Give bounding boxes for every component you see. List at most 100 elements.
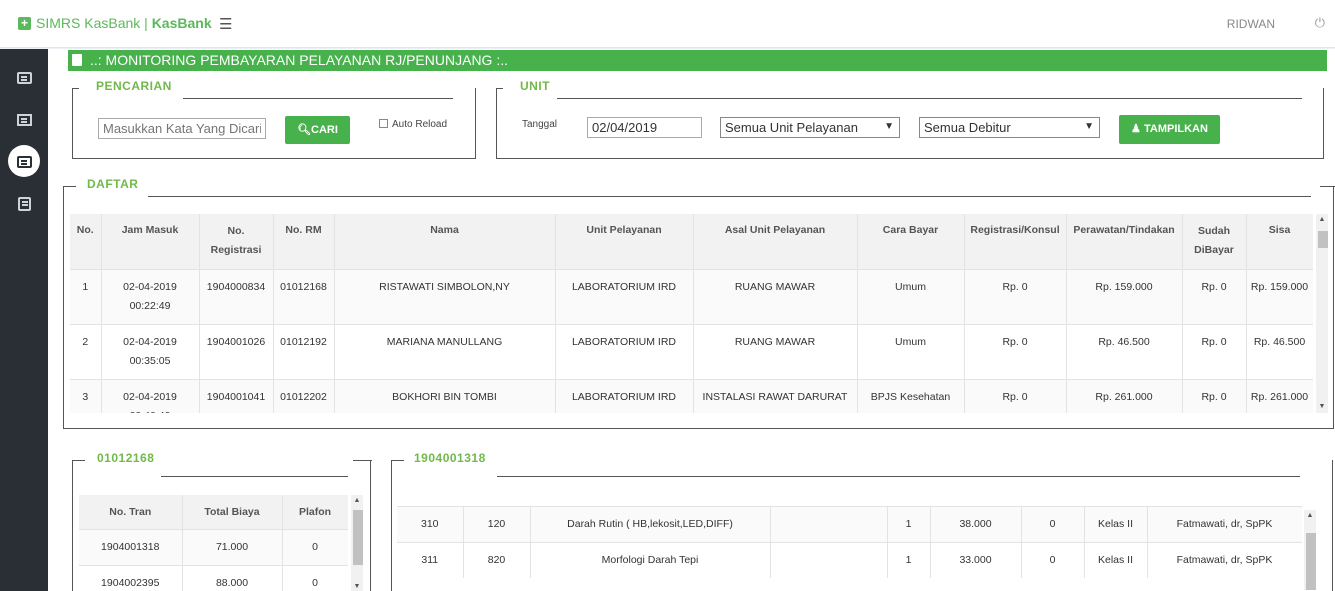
table-cell: Kelas II	[1084, 541, 1148, 578]
col-header: Sisa	[1246, 214, 1313, 269]
table-cell: Rp. 0	[964, 323, 1067, 379]
scroll-up-icon[interactable]: ▲	[1304, 510, 1316, 522]
table-cell: 02-04-2019 00:35:05	[101, 323, 200, 379]
table-cell: 1904000834	[199, 268, 274, 324]
table-row[interactable]: 1904002395 88.000 0	[79, 564, 348, 591]
daftar-table: No. Jam Masuk No. Registrasi No. RM Nama…	[70, 214, 1313, 413]
table-cell: LABORATORIUM IRD	[555, 378, 694, 413]
col-header: No. Registrasi	[199, 214, 274, 269]
table-cell: RUANG MAWAR	[693, 268, 858, 324]
patient-scrollbar[interactable]: ▲ ▼	[351, 495, 363, 591]
table-cell: Rp. 0	[964, 378, 1067, 413]
table-cell: 02-04-2019 00:40:40	[101, 378, 200, 413]
dropdown-arrow-icon: ▼	[884, 121, 894, 132]
col-header: Registrasi/Konsul	[964, 214, 1067, 269]
table-cell: 1904001041	[199, 378, 274, 413]
table-cell: Rp. 0	[1182, 323, 1247, 379]
transaction-table-wrapper: 310 120 Darah Rutin ( HB,lekosit,LED,DIFF)…	[397, 496, 1302, 588]
col-header: Jam Masuk	[101, 214, 200, 269]
search-input[interactable]	[98, 118, 266, 139]
debitur-select[interactable]: Semua Debitur ▼	[919, 117, 1100, 138]
user-name[interactable]: RIDWAN	[1227, 17, 1275, 31]
scroll-thumb[interactable]	[1318, 231, 1328, 248]
table-cell: Fatmawati, dr, SpPK	[1147, 541, 1302, 578]
table-cell: 1	[887, 505, 931, 542]
tanggal-label: Tanggal	[522, 119, 558, 130]
table-cell: Rp. 0	[964, 268, 1067, 324]
table-cell: Rp. 46.500	[1066, 323, 1183, 379]
transaction-scrollbar[interactable]: ▲	[1304, 510, 1316, 590]
power-icon[interactable]: ⏻	[1315, 15, 1325, 31]
auto-reload-checkbox[interactable]	[379, 119, 388, 128]
page-title-bar: ..: MONITORING PEMBAYARAN PELAYANAN RJ/P…	[68, 50, 1327, 71]
table-cell: Morfologi Darah Tepi	[530, 541, 771, 578]
daftar-scrollbar[interactable]: ▲ ▼	[1316, 214, 1328, 413]
patient-table-wrapper: No. Tran Total Biaya Plafon 1904001318 71…	[79, 495, 348, 591]
table-cell: 33.000	[930, 541, 1022, 578]
table-cell: RUANG MAWAR	[693, 323, 858, 379]
table-cell: 820	[463, 541, 531, 578]
brand-text: SIMRS KasBank | KasBank	[36, 15, 212, 31]
scroll-thumb[interactable]	[1306, 533, 1316, 590]
search-button[interactable]: 🔍︎CARI	[285, 116, 350, 144]
col-header: Sudah DiBayar	[1182, 214, 1247, 269]
daftar-panel: DAFTAR No. Jam Masuk No. Registrasi No. …	[63, 177, 1335, 429]
scroll-down-icon[interactable]: ▼	[1316, 401, 1328, 413]
table-cell: RISTAWATI SIMBOLON,NY	[334, 268, 556, 324]
table-cell: 01012168	[273, 268, 335, 324]
scroll-thumb[interactable]	[353, 510, 363, 565]
top-navbar: + SIMRS KasBank | KasBank ☰ RIDWAN ⏻	[0, 0, 1335, 48]
document-icon	[72, 54, 82, 66]
scroll-up-icon[interactable]: ▲	[1316, 214, 1328, 226]
patient-panel: 01012168 No. Tran Total Biaya Plafon 190…	[72, 451, 372, 591]
table-cell: Rp. 261.000	[1066, 378, 1183, 413]
table-row[interactable]: 2 02-04-2019 00:35:05 1904001026 01012192 MA…	[70, 323, 1313, 379]
sidebar-newspaper-icon[interactable]	[8, 61, 40, 93]
table-cell: Fatmawati, dr, SpPK	[1147, 505, 1302, 542]
table-cell: BPJS Kesehatan	[857, 378, 965, 413]
plus-icon: +	[18, 16, 31, 30]
table-row[interactable]: 302-04-2019 00:40:40190400104101012202BO…	[70, 378, 1313, 413]
sidebar-building-icon[interactable]	[8, 103, 40, 135]
table-cell: BOKHORI BIN TOMBI	[334, 378, 556, 413]
patient-legend: 01012168	[91, 451, 161, 465]
table-row[interactable]: 311 820 Morfologi Darah Tepi 1 33.000 0 Kelas …	[397, 541, 1302, 578]
col-header: No. RM	[273, 214, 335, 269]
transaction-panel: 1904001318 310 120 Darah Rutin ( HB,lekosi…	[391, 451, 1333, 591]
table-cell: 71.000	[182, 528, 283, 565]
scroll-down-icon[interactable]: ▼	[351, 581, 363, 591]
brand-logo[interactable]: + SIMRS KasBank | KasBank	[18, 15, 212, 31]
patient-table: No. Tran Total Biaya Plafon 1904001318 71…	[79, 495, 348, 591]
scroll-up-icon[interactable]: ▲	[351, 495, 363, 507]
unit-pelayanan-select[interactable]: Semua Unit Pelayanan ▼	[720, 117, 900, 138]
table-cell: 1	[70, 268, 102, 324]
table-cell	[770, 505, 888, 542]
col-header: Unit Pelayanan	[555, 214, 694, 269]
table-cell: 88.000	[182, 564, 283, 591]
table-cell: 0	[282, 564, 348, 591]
table-cell: 01012192	[273, 323, 335, 379]
main-content: ..: MONITORING PEMBAYARAN PELAYANAN RJ/P…	[48, 49, 1335, 591]
tampilkan-button[interactable]: ♟ TAMPILKAN	[1119, 115, 1220, 144]
table-row[interactable]: 1904001318 71.000 0	[79, 528, 348, 565]
dropdown-arrow-icon: ▼	[1084, 121, 1094, 132]
table-cell: Kelas II	[1084, 505, 1148, 542]
table-row[interactable]: 310 120 Darah Rutin ( HB,lekosit,LED,DIFF)…	[397, 505, 1302, 542]
table-cell: Rp. 159.000	[1246, 268, 1313, 324]
table-cell: INSTALASI RAWAT DARURAT	[693, 378, 858, 413]
sidebar-book-icon[interactable]	[8, 187, 40, 219]
table-cell: 1	[887, 541, 931, 578]
transaction-legend: 1904001318	[408, 451, 492, 465]
table-cell: Rp. 261.000	[1246, 378, 1313, 413]
sidebar	[0, 49, 48, 591]
table-cell: 310	[397, 505, 464, 542]
menu-toggle-icon[interactable]: ☰	[219, 15, 232, 33]
sidebar-id-card-icon[interactable]	[8, 145, 40, 177]
table-row[interactable]: 1 02-04-2019 00:22:49 1904000834 01012168 RI…	[70, 268, 1313, 324]
table-cell: Rp. 46.500	[1246, 323, 1313, 379]
table-cell: 0	[1021, 541, 1085, 578]
table-cell: 1904002395	[79, 564, 183, 591]
tanggal-input[interactable]	[587, 117, 702, 138]
unit-legend: UNIT	[514, 79, 556, 93]
col-header: Cara Bayar	[857, 214, 965, 269]
